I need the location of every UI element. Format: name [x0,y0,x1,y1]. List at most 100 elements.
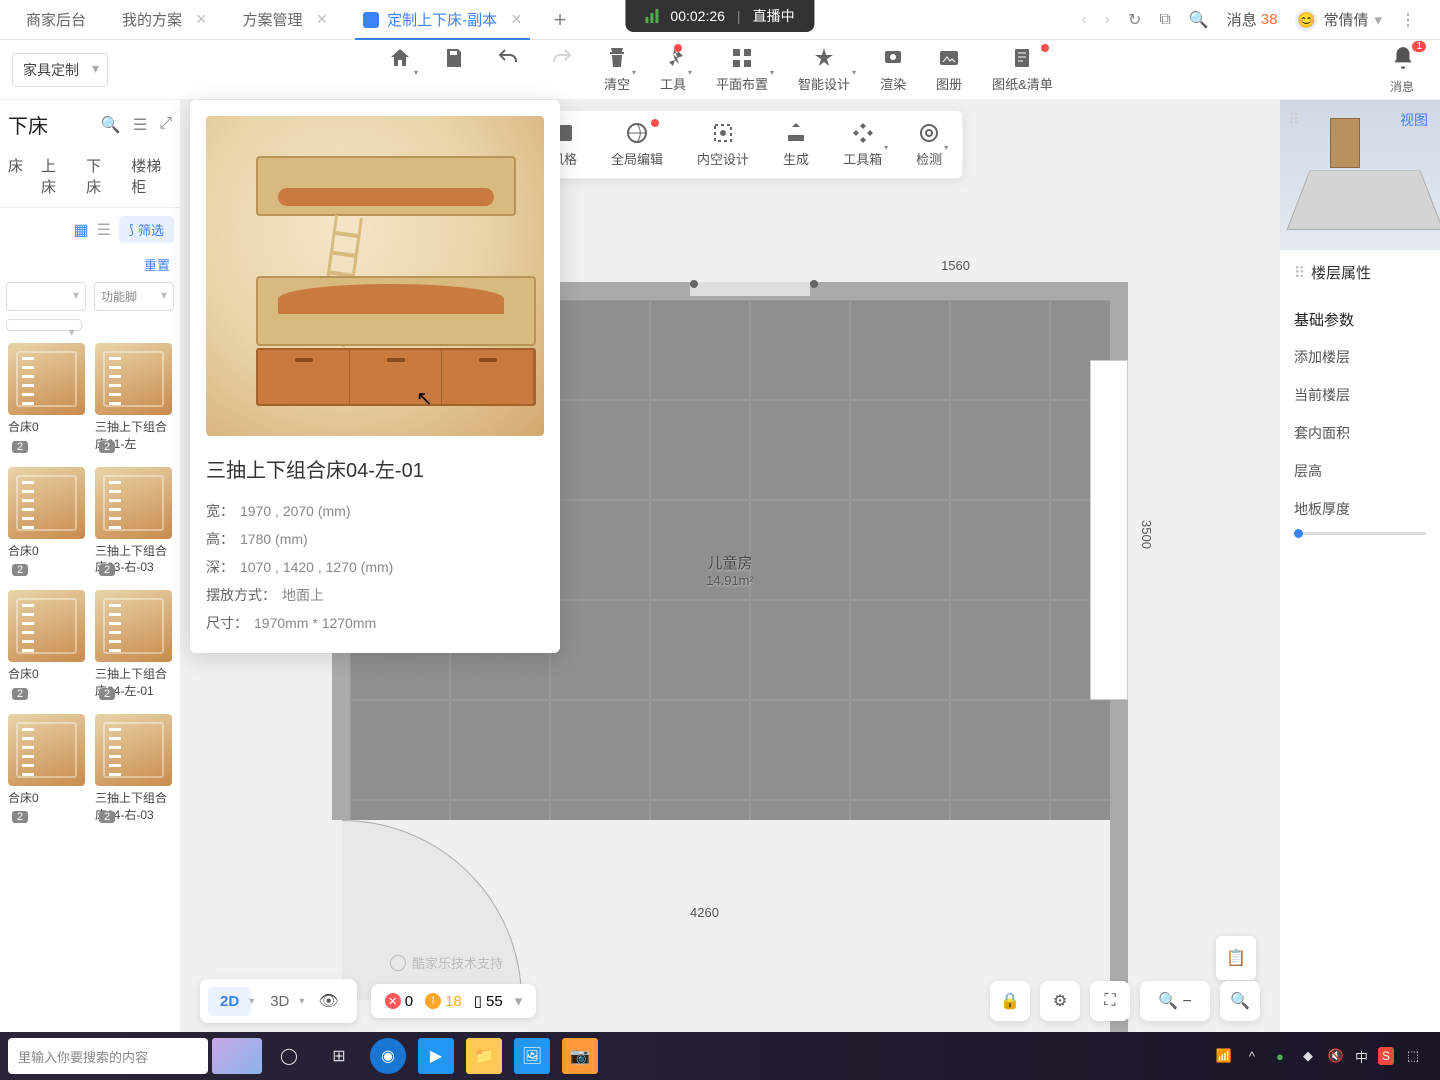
global-edit-button[interactable]: 全局编辑 [611,121,663,168]
task-view-button[interactable]: ⊞ [316,1033,362,1079]
grid-view-icon[interactable]: ▦ [73,220,88,240]
tray-icon[interactable]: 📶 [1215,1047,1233,1065]
ime-indicator[interactable]: 中 [1355,1047,1368,1066]
tray-icon[interactable]: ● [1271,1047,1289,1065]
taskbar-app[interactable]: 📷 [562,1038,598,1074]
close-icon[interactable]: × [511,9,522,30]
select-2[interactable]: 功能脚 [94,282,174,311]
settings-button[interactable]: ⚙ [1040,981,1080,1021]
undo-button[interactable] [496,46,520,93]
save-button[interactable] [442,46,466,93]
collapse-icon[interactable]: ☰ [133,115,147,135]
tab-stair[interactable]: 楼梯柜 [131,155,172,197]
dimension-label: 1560 [941,258,970,273]
asset-thumb[interactable]: 2三抽上下组合床03-右-03 [95,467,172,581]
prop-height[interactable]: 层高 [1294,452,1426,490]
start-button[interactable]: ◯ [266,1033,312,1079]
2d-button[interactable]: 2D [208,987,251,1016]
asset-thumb[interactable]: ☆2合床0 [8,590,85,704]
volume-icon[interactable]: 🔇 [1327,1047,1345,1065]
tab-planmgmt[interactable]: 方案管理× [225,0,346,40]
fit-button[interactable]: ⛶ [1090,981,1130,1021]
copy-icon[interactable]: ⧉ [1159,11,1170,29]
user-menu[interactable]: 😊 常倩倩 ▾ [1295,9,1382,31]
asset-thumb[interactable]: 2合床0 [8,343,85,457]
redo-button[interactable] [550,46,574,93]
inner-design-button[interactable]: 内空设计 [697,121,749,168]
taskbar-search[interactable]: 里输入你要搜索的内容 [8,1038,208,1074]
prop-current-floor[interactable]: 当前楼层 [1294,376,1426,414]
menu-icon[interactable]: ⋮ [1400,10,1416,30]
taskbar-thumbnail[interactable] [212,1038,262,1074]
reset-button[interactable]: 重置 [0,251,180,278]
layout-button[interactable]: 平面布置▾ [716,46,768,93]
render-button[interactable]: 渲染 [880,46,906,93]
asset-panel: 下床 🔍 ☰ ⤢ 床 上床 下床 楼梯柜 ▦ ☰ ⟆筛选 重置 功能脚 2合床0… [0,100,180,1032]
asset-thumb[interactable]: 2三抽上下组合床04-右-03 [95,714,172,828]
tray-chevron-icon[interactable]: ^ [1243,1047,1261,1065]
asset-thumb[interactable]: 2合床0 [8,467,85,581]
prop-inner-area[interactable]: 套内面积 [1294,414,1426,452]
chevron-down-icon: ▾ [515,992,523,1010]
prop-add-floor[interactable]: 添加楼层 [1294,338,1426,376]
home-button[interactable]: ▾ [388,46,412,93]
3d-button[interactable]: 3D [258,987,301,1016]
taskbar-app[interactable]: ▶ [418,1038,454,1074]
nav-back-icon[interactable]: ‹ [1081,11,1086,29]
search-icon[interactable]: 🔍 [1189,10,1209,30]
zoom-out-button[interactable]: 🔍 − [1140,981,1210,1021]
file-explorer[interactable]: 📁 [466,1038,502,1074]
close-icon[interactable]: × [196,9,207,30]
watermark: 酷家乐技术支持 [390,953,503,972]
issue-stats[interactable]: ✕0 !18 ▯55 ▾ [371,984,537,1018]
drawings-button[interactable]: 图纸&清单 [992,46,1053,93]
toolbox-button[interactable]: 工具箱▾ [843,121,882,168]
clipboard-button[interactable]: 📋 [1216,936,1256,980]
visibility-button[interactable]: 👁 [308,985,348,1017]
asset-thumb[interactable]: 2合床0 [8,714,85,828]
detect-button[interactable]: 检测▾ [916,121,942,168]
view-button[interactable]: 视图 [1400,110,1428,130]
main-toolbar: 家具定制 ▾ 清空▾ 工具▾ 平面布置▾ 智能设计▾ 渲染 图册 图纸&清单 1… [0,40,1440,100]
notify-button[interactable]: 1 消息 [1390,45,1428,95]
tab-myplans[interactable]: 我的方案× [104,0,225,40]
clear-button[interactable]: 清空▾ [604,46,630,93]
select-3[interactable] [6,319,82,331]
taskbar-app[interactable]: 🖼 [514,1038,550,1074]
tab-merchant[interactable]: 商家后台 [8,0,104,40]
tray-icon[interactable]: ⬚ [1404,1047,1422,1065]
messages-link[interactable]: 消息 38 [1227,9,1278,30]
tools-button[interactable]: 工具▾ [660,46,686,93]
recording-time: 00:02:26 [670,8,725,24]
filter-button[interactable]: ⟆筛选 [119,216,174,243]
list-view-icon[interactable]: ☰ [97,220,111,240]
zoom-in-button[interactable]: 🔍 [1220,981,1260,1021]
prop-floor-thickness[interactable]: 地板厚度 [1294,490,1426,528]
taskbar-app[interactable]: ◉ [370,1038,406,1074]
select-1[interactable] [6,282,86,311]
mode-select[interactable]: 家具定制 [12,53,108,87]
close-icon[interactable]: × [317,9,328,30]
tab-custom-bed[interactable]: 定制上下床-副本× [345,0,540,40]
tray-app[interactable]: S [1378,1047,1394,1065]
refresh-icon[interactable]: ↻ [1128,10,1141,30]
smart-design-button[interactable]: 智能设计▾ [798,46,850,93]
drag-handle-icon[interactable]: ⠿ [1288,110,1300,130]
album-button[interactable]: 图册 [936,46,962,93]
asset-thumb[interactable]: 2三抽上下组合床04-左-01 [95,590,172,704]
generate-button[interactable]: 生成 [783,121,809,168]
search-icon[interactable]: 🔍 [101,115,121,135]
asset-thumb[interactable]: 2三抽上下组合床01-左 [95,343,172,457]
add-tab-button[interactable]: + [540,7,581,33]
mini-3d-preview[interactable]: ⠿ 视图 [1280,100,1440,250]
expand-icon[interactable]: ⤢ [159,115,172,135]
nav-forward-icon[interactable]: › [1105,11,1110,29]
tab-upper[interactable]: 上床 [41,155,68,197]
canvas-controls: 2D▾ 3D▾ 👁 ✕0 !18 ▯55 ▾ 🔒 ⚙ ⛶ 🔍 − 🔍 [200,978,1260,1024]
lock-button[interactable]: 🔒 [990,981,1030,1021]
tab-bed[interactable]: 床 [8,155,23,197]
tray-icon[interactable]: ◆ [1299,1047,1317,1065]
thickness-slider[interactable] [1294,532,1426,535]
panel-title: 楼层属性 [1294,262,1426,283]
tab-lower[interactable]: 下床 [86,155,113,197]
